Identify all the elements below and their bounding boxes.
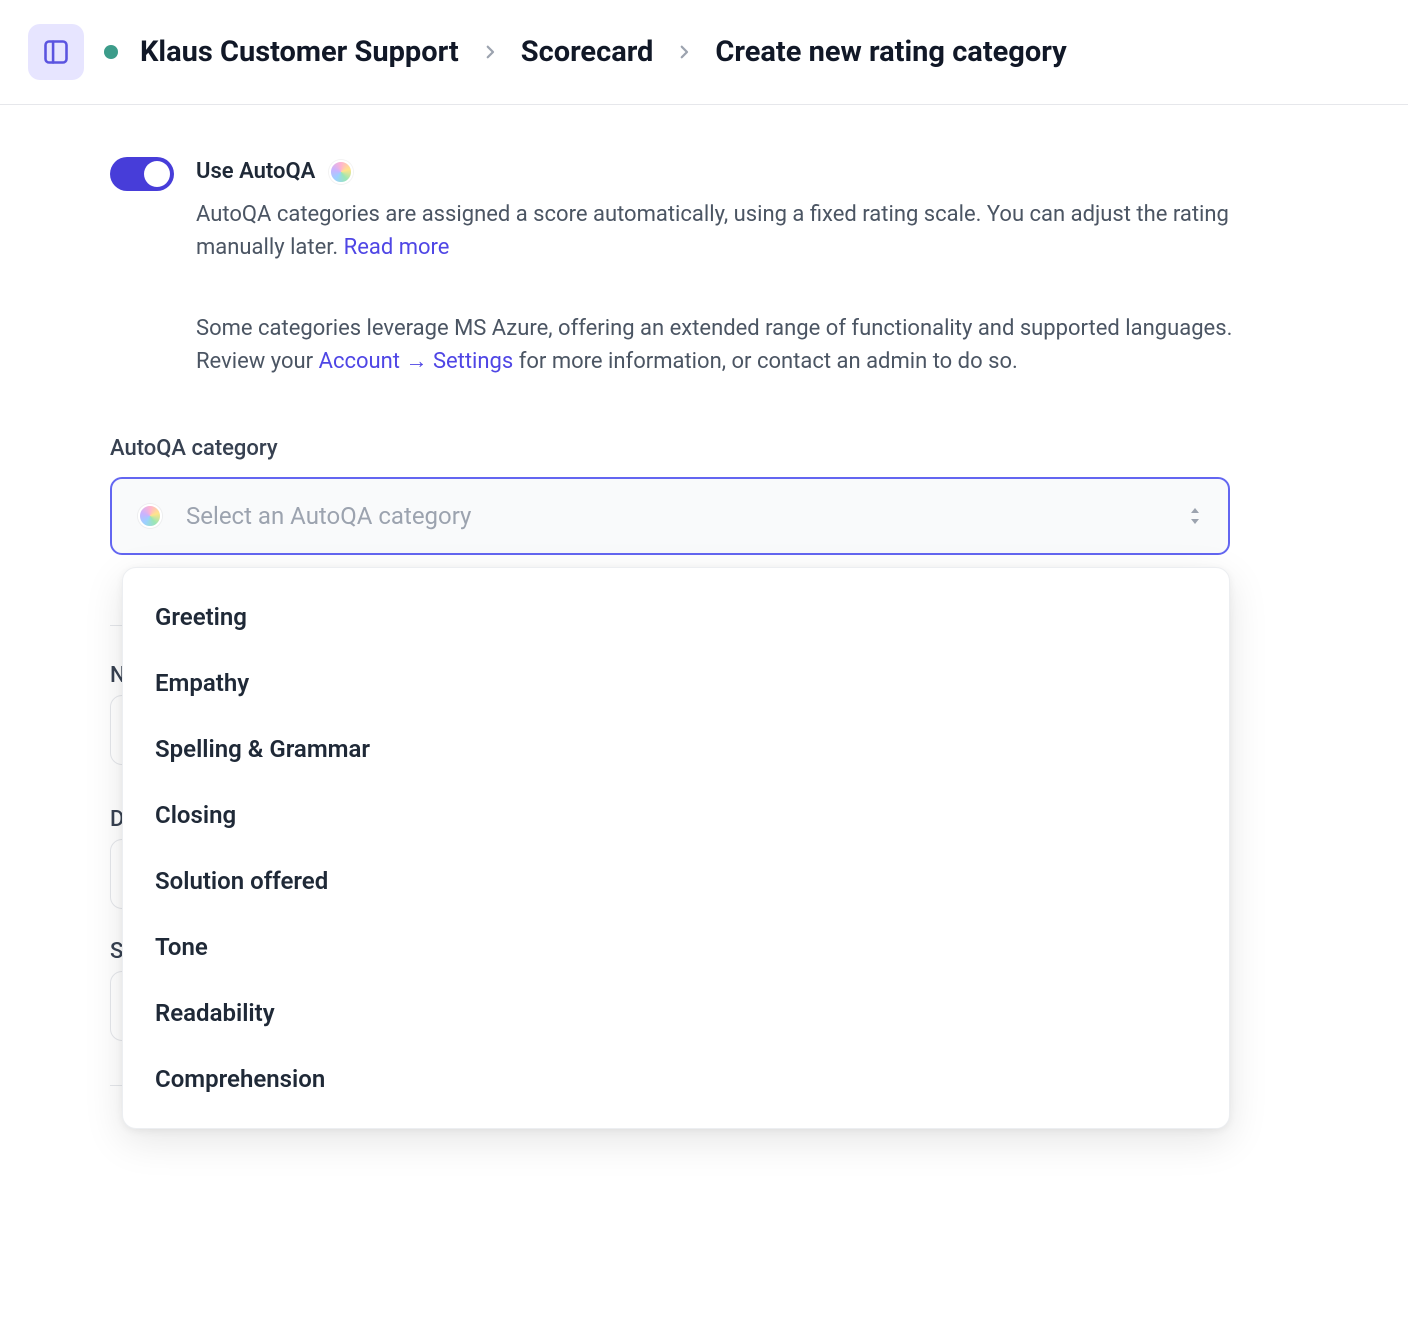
panel-icon <box>42 38 70 66</box>
autoqa-toggle[interactable] <box>110 157 174 191</box>
autoqa-category-dropdown: Greeting Empathy Spelling & Grammar Clos… <box>122 567 1230 1129</box>
workspace-status-dot <box>104 45 118 59</box>
breadcrumb-scorecard[interactable]: Scorecard <box>521 35 654 69</box>
toggle-knob <box>144 161 170 187</box>
breadcrumb-workspace[interactable]: Klaus Customer Support <box>140 35 459 69</box>
select-placeholder: Select an AutoQA category <box>186 502 1164 530</box>
dropdown-option-solution-offered[interactable]: Solution offered <box>123 848 1229 914</box>
account-link[interactable]: Account <box>319 349 400 374</box>
dropdown-option-greeting[interactable]: Greeting <box>123 584 1229 650</box>
autoqa-description-2: Some categories leverage MS Azure, offer… <box>196 312 1298 378</box>
dropdown-option-closing[interactable]: Closing <box>123 782 1229 848</box>
autoqa-rainbow-icon <box>138 504 162 528</box>
select-caret-icon <box>1188 506 1202 526</box>
autoqa-toggle-row: Use AutoQA AutoQA categories are assigne… <box>110 155 1298 378</box>
read-more-link[interactable]: Read more <box>344 235 450 260</box>
toggle-sidebar-button[interactable] <box>28 24 84 80</box>
autoqa-rainbow-icon <box>329 160 353 184</box>
arrow-icon: → <box>405 349 427 374</box>
dropdown-option-comprehension[interactable]: Comprehension <box>123 1046 1229 1112</box>
autoqa-description-1: AutoQA categories are assigned a score a… <box>196 198 1298 264</box>
autoqa-category-label: AutoQA category <box>110 436 1298 461</box>
chevron-right-icon <box>675 43 693 61</box>
autoqa-category-select[interactable]: Select an AutoQA category <box>110 477 1230 555</box>
settings-link[interactable]: Settings <box>433 349 513 374</box>
page-content: Use AutoQA AutoQA categories are assigne… <box>0 105 1408 1189</box>
autoqa-toggle-label: Use AutoQA <box>196 155 315 188</box>
header-bar: Klaus Customer Support Scorecard Create … <box>0 0 1408 105</box>
dropdown-option-tone[interactable]: Tone <box>123 914 1229 980</box>
breadcrumb-current: Create new rating category <box>715 35 1066 69</box>
dropdown-option-spelling-grammar[interactable]: Spelling & Grammar <box>123 716 1229 782</box>
chevron-right-icon <box>481 43 499 61</box>
dropdown-option-empathy[interactable]: Empathy <box>123 650 1229 716</box>
dropdown-option-readability[interactable]: Readability <box>123 980 1229 1046</box>
breadcrumb: Klaus Customer Support Scorecard Create … <box>104 35 1067 69</box>
